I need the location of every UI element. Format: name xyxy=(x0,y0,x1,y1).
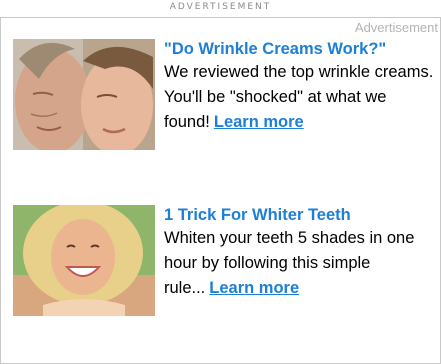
aging-skin-comparison-photo[interactable] xyxy=(13,39,155,150)
advertisement-header: ADVERTISEMENT xyxy=(169,2,272,12)
ad-frame: Advertisement "Do Wrinkle Creams Work?" xyxy=(0,17,441,364)
learn-more-link[interactable]: Learn more xyxy=(214,113,304,131)
learn-more-link[interactable]: Learn more xyxy=(209,279,299,297)
ad-headline[interactable]: 1 Trick For Whiter Teeth xyxy=(164,205,439,226)
smiling-woman-photo[interactable] xyxy=(13,205,155,316)
ad-body-text: We reviewed the top wrinkle creams. You'… xyxy=(164,60,439,135)
ad-body-text: Whiten your teeth 5 shades in one hour b… xyxy=(164,226,439,301)
advertisement-label: Advertisement xyxy=(354,20,438,35)
ad-headline[interactable]: "Do Wrinkle Creams Work?" xyxy=(164,39,439,60)
